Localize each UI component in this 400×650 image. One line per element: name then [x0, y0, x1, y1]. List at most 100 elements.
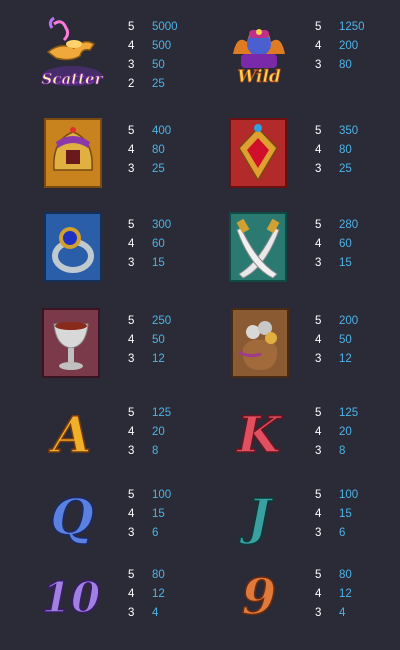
9-payouts: 5 80 4 12 3 4	[315, 566, 352, 623]
paytable-entry-k: K 5 125 4 20 3 8	[187, 400, 387, 488]
paytable-entry-ring: 5 300 4 60 3 15	[0, 212, 200, 300]
svg-text:K: K	[235, 405, 283, 464]
ruby-amulet-icon	[229, 118, 287, 188]
paytable-entry-ruby-amulet: 5 350 4 80 3 25	[187, 118, 387, 206]
pay-amount: 8	[339, 445, 346, 457]
pay-amount: 4	[152, 607, 159, 619]
pay-amount: 60	[152, 238, 165, 250]
paytable-entry-q: Q 5 100 4 15 3 6	[0, 482, 200, 570]
pay-amount: 125	[152, 407, 172, 419]
pay-amount: 100	[152, 489, 172, 501]
pay-amount: 80	[339, 569, 352, 581]
pay-amount: 200	[339, 315, 359, 327]
helmet-payouts: 5 400 4 80 3 25	[128, 122, 171, 179]
pay-amount: 80	[339, 59, 352, 71]
paytable-entry-scatter: Scatter 5 5000 4 500 3 50 2 25	[0, 14, 200, 102]
letter-k-icon: K	[231, 400, 287, 464]
pay-amount: 12	[152, 353, 165, 365]
pay-count: 3	[128, 353, 135, 365]
pay-count: 4	[315, 144, 322, 156]
pay-count: 5	[128, 219, 135, 231]
pay-count: 5	[128, 489, 135, 501]
pay-count: 4	[128, 588, 135, 600]
scatter-lamp-icon: Scatter	[40, 14, 104, 90]
pay-amount: 5000	[152, 21, 178, 33]
letter-q-icon: Q	[44, 482, 100, 546]
ruby-amulet-payouts: 5 350 4 80 3 25	[315, 122, 358, 179]
pay-count: 3	[128, 607, 135, 619]
paytable-entry-coin-pouch: 5 200 4 50 3 12	[187, 308, 387, 396]
scatter-payouts: 5 5000 4 500 3 50 2 25	[128, 18, 178, 94]
pay-amount: 100	[339, 489, 359, 501]
pay-amount: 25	[152, 163, 165, 175]
pay-count: 5	[315, 125, 322, 137]
pay-count: 3	[128, 59, 135, 71]
pay-amount: 4	[339, 607, 346, 619]
paytable-entry-j: J 5 100 4 15 3 6	[187, 482, 387, 570]
pay-count: 4	[315, 238, 322, 250]
pay-count: 3	[315, 353, 322, 365]
pay-amount: 15	[152, 508, 165, 520]
pay-count: 3	[315, 445, 322, 457]
paytable-entry-scimitars: 5 280 4 60 3 15	[187, 212, 387, 300]
pay-count: 4	[128, 144, 135, 156]
a-payouts: 5 125 4 20 3 8	[128, 404, 171, 461]
pay-count: 5	[315, 315, 322, 327]
pay-amount: 50	[339, 334, 352, 346]
pay-count: 4	[315, 334, 322, 346]
pay-count: 4	[315, 588, 322, 600]
scatter-label: Scatter	[42, 70, 104, 88]
pay-amount: 250	[152, 315, 172, 327]
pay-amount: 400	[152, 125, 172, 137]
pay-amount: 6	[339, 527, 346, 539]
pay-amount: 500	[152, 40, 172, 52]
letter-a-icon: A	[44, 400, 100, 464]
helmet-icon	[44, 118, 102, 188]
pay-amount: 300	[152, 219, 172, 231]
pay-amount: 6	[152, 527, 159, 539]
pay-amount: 25	[152, 78, 165, 90]
pay-amount: 50	[152, 59, 165, 71]
pay-count: 5	[315, 407, 322, 419]
pay-amount: 15	[339, 508, 352, 520]
pay-count: 3	[315, 607, 322, 619]
goblet-icon	[42, 308, 100, 378]
k-payouts: 5 125 4 20 3 8	[315, 404, 358, 461]
pay-amount: 15	[339, 257, 352, 269]
pay-count: 3	[128, 163, 135, 175]
pay-amount: 20	[339, 426, 352, 438]
pay-count: 4	[315, 426, 322, 438]
pay-amount: 50	[152, 334, 165, 346]
pay-count: 4	[128, 508, 135, 520]
number-9-icon: 9	[231, 562, 287, 626]
pay-amount: 25	[339, 163, 352, 175]
pay-count: 5	[128, 315, 135, 327]
pay-amount: 12	[339, 588, 352, 600]
ring-payouts: 5 300 4 60 3 15	[128, 216, 171, 273]
pay-count: 4	[128, 426, 135, 438]
pay-count: 5	[315, 569, 322, 581]
pay-count: 3	[315, 59, 322, 71]
pay-amount: 20	[152, 426, 165, 438]
pay-amount: 200	[339, 40, 359, 52]
pay-count: 4	[128, 40, 135, 52]
pay-count: 4	[128, 238, 135, 250]
svg-text:9: 9	[242, 567, 277, 626]
paytable-entry-goblet: 5 250 4 50 3 12	[0, 308, 200, 396]
pay-amount: 280	[339, 219, 359, 231]
coin-pouch-icon	[231, 308, 289, 378]
j-payouts: 5 100 4 15 3 6	[315, 486, 358, 543]
pay-count: 5	[128, 125, 135, 137]
pay-amount: 80	[152, 569, 165, 581]
pay-amount: 60	[339, 238, 352, 250]
paytable-entry-helmet: 5 400 4 80 3 25	[0, 118, 200, 206]
wild-label: Wild	[237, 67, 281, 87]
pay-count: 3	[128, 257, 135, 269]
pay-count: 5	[128, 21, 135, 33]
pay-amount: 12	[152, 588, 165, 600]
paytable-entry-10: 10 5 80 4 12 3 4	[0, 562, 200, 650]
svg-text:10: 10	[42, 573, 100, 622]
pay-amount: 8	[152, 445, 159, 457]
pay-count: 3	[315, 527, 322, 539]
pay-count: 3	[128, 445, 135, 457]
